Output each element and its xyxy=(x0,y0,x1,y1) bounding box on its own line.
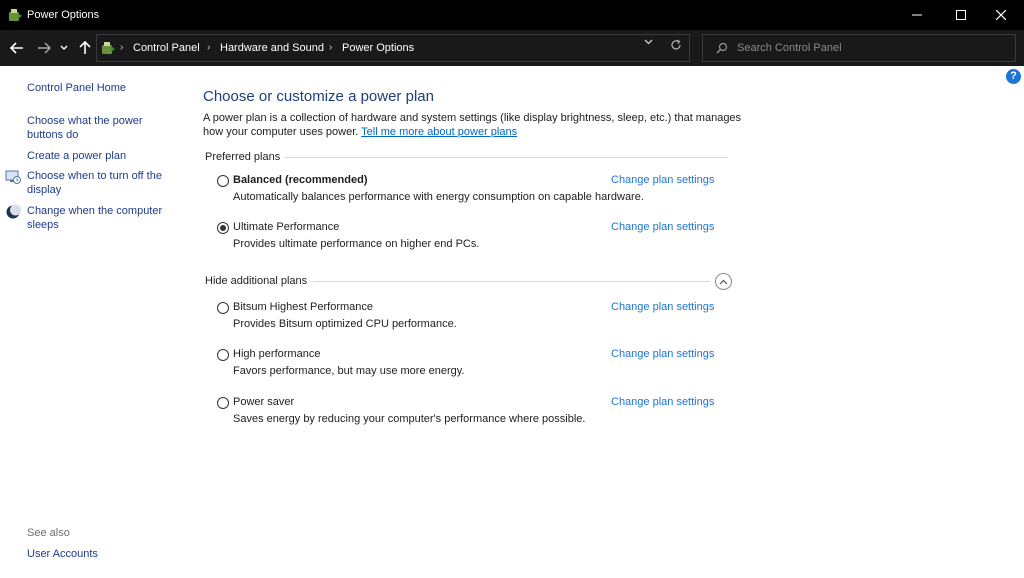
refresh-icon[interactable] xyxy=(668,37,684,53)
address-dropdown-icon[interactable] xyxy=(644,39,653,45)
plan-description: Automatically balances performance with … xyxy=(233,191,644,203)
see-also-heading: See also xyxy=(27,527,70,539)
address-bar[interactable]: › Control Panel › Hardware and Sound › P… xyxy=(96,34,690,62)
minimize-icon xyxy=(912,14,922,16)
search-input[interactable] xyxy=(737,39,1007,57)
plan-description: Provides ultimate performance on higher … xyxy=(233,238,480,250)
sidebar-turn-off-display[interactable]: Choose when to turn off the display xyxy=(27,169,172,197)
moon-icon xyxy=(6,204,21,219)
divider xyxy=(285,157,728,158)
sidebar-choose-power-buttons[interactable]: Choose what the power buttons do xyxy=(27,114,157,142)
title-bar: Power Options xyxy=(0,0,1024,30)
change-plan-settings-link[interactable]: Change plan settings xyxy=(611,396,714,408)
change-plan-settings-link[interactable]: Change plan settings xyxy=(611,348,714,360)
plan-name[interactable]: High performance xyxy=(233,348,320,360)
minimize-button[interactable] xyxy=(894,0,940,30)
up-arrow-icon xyxy=(79,41,91,54)
change-plan-settings-link[interactable]: Change plan settings xyxy=(611,221,714,233)
search-icon xyxy=(716,42,728,54)
monitor-icon xyxy=(5,170,21,184)
plan-radio-power-saver[interactable] xyxy=(217,397,229,409)
forward-button[interactable] xyxy=(34,38,54,58)
learn-more-link[interactable]: Tell me more about power plans xyxy=(361,126,517,138)
plan-balanced: Balanced (recommended) Automatically bal… xyxy=(217,174,727,208)
breadcrumb-hardware-and-sound[interactable]: Hardware and Sound xyxy=(220,42,324,54)
plan-high-performance: High performance Favors performance, but… xyxy=(217,348,727,382)
chevron-right-icon[interactable]: › xyxy=(207,42,210,53)
page-title: Choose or customize a power plan xyxy=(203,88,434,105)
plan-power-saver: Power saver Saves energy by reducing you… xyxy=(217,396,727,430)
divider xyxy=(313,281,710,282)
search-box[interactable] xyxy=(702,34,1016,62)
plan-ultimate-performance: Ultimate Performance Provides ultimate p… xyxy=(217,221,727,255)
collapse-button[interactable] xyxy=(715,273,732,290)
maximize-icon xyxy=(956,10,966,20)
power-options-location-icon xyxy=(102,42,115,54)
change-plan-settings-link[interactable]: Change plan settings xyxy=(611,174,714,186)
power-options-icon xyxy=(9,9,22,21)
breadcrumb-control-panel[interactable]: Control Panel xyxy=(133,42,200,54)
plan-radio-high-performance[interactable] xyxy=(217,349,229,361)
preferred-plans-header: Preferred plans xyxy=(205,151,281,163)
sidebar-control-panel-home[interactable]: Control Panel Home xyxy=(27,81,177,95)
window-title: Power Options xyxy=(27,9,100,21)
forward-arrow-icon xyxy=(38,42,51,54)
chevron-down-icon xyxy=(60,45,68,50)
chevron-right-icon: › xyxy=(120,42,124,53)
plan-radio-bitsum[interactable] xyxy=(217,302,229,314)
plan-description: Favors performance, but may use more ene… xyxy=(233,365,465,377)
plan-name[interactable]: Ultimate Performance xyxy=(233,221,339,233)
plan-description: Saves energy by reducing your computer's… xyxy=(233,413,586,425)
plan-radio-ultimate-performance[interactable] xyxy=(217,222,229,234)
recent-locations-button[interactable] xyxy=(57,38,71,58)
sidebar-user-accounts[interactable]: User Accounts xyxy=(27,547,177,561)
back-button[interactable] xyxy=(7,38,27,58)
chevron-right-icon[interactable]: › xyxy=(329,42,332,53)
sidebar-computer-sleeps[interactable]: Change when the computer sleeps xyxy=(27,204,172,232)
page-description: A power plan is a collection of hardware… xyxy=(203,111,743,139)
back-arrow-icon xyxy=(10,42,23,54)
help-icon[interactable]: ? xyxy=(1006,69,1021,84)
plan-radio-balanced[interactable] xyxy=(217,175,229,187)
close-button[interactable] xyxy=(978,0,1024,30)
hide-additional-plans-header[interactable]: Hide additional plans xyxy=(205,275,307,287)
change-plan-settings-link[interactable]: Change plan settings xyxy=(611,301,714,313)
plan-name[interactable]: Bitsum Highest Performance xyxy=(233,301,373,313)
plan-bitsum-highest-performance: Bitsum Highest Performance Provides Bits… xyxy=(217,301,727,335)
close-icon xyxy=(996,10,1006,20)
plan-name[interactable]: Power saver xyxy=(233,396,294,408)
plan-name[interactable]: Balanced (recommended) xyxy=(233,174,367,186)
up-button[interactable] xyxy=(75,38,95,58)
plan-description: Provides Bitsum optimized CPU performanc… xyxy=(233,318,457,330)
chevron-up-icon xyxy=(719,279,728,284)
sidebar-create-power-plan[interactable]: Create a power plan xyxy=(27,149,177,163)
breadcrumb-power-options[interactable]: Power Options xyxy=(342,42,414,54)
address-row: › Control Panel › Hardware and Sound › P… xyxy=(0,30,1024,66)
